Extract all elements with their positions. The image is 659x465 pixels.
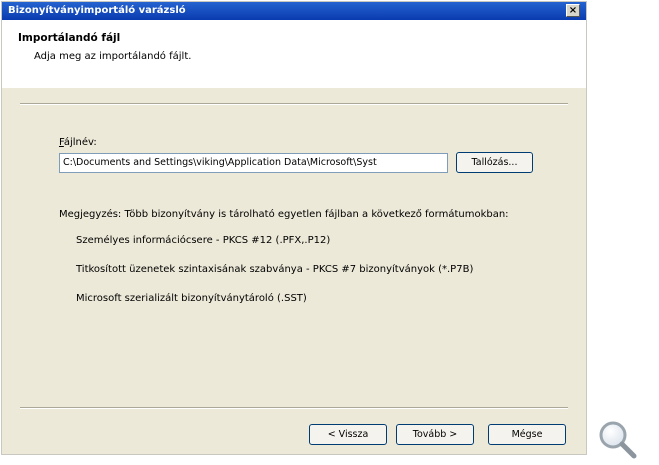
format-pfx: Személyes információcsere - PKCS #12 (.P… (76, 235, 331, 246)
footer-divider (20, 407, 568, 409)
close-button[interactable]: × (566, 4, 580, 17)
browse-button-label: Tallózás... (471, 157, 518, 168)
format-p7b: Titkosított üzenetek szintaxisának szabv… (76, 264, 474, 275)
import-wizard-window: Bizonyítványimportáló varázsló × Importá… (1, 1, 587, 455)
magnifier-icon[interactable] (596, 418, 640, 462)
back-button[interactable]: < Vissza (309, 424, 387, 445)
format-note: Megjegyzés: Több bizonyítvány is tárolha… (59, 209, 509, 220)
cancel-button[interactable]: Mégse (488, 424, 566, 445)
browse-button[interactable]: Tallózás... (456, 152, 533, 173)
page-title: Importálandó fájl (18, 32, 121, 44)
filename-label: Fájlnév: (59, 137, 97, 148)
format-sst: Microsoft szerializált bizonyítványtárol… (76, 293, 307, 304)
window-title: Bizonyítványimportáló varázsló (8, 5, 186, 16)
title-bar[interactable]: Bizonyítványimportáló varázsló × (2, 2, 586, 20)
page-subtitle: Adja meg az importálandó fájlt. (34, 51, 192, 62)
header-divider (20, 103, 568, 105)
next-button[interactable]: Tovább > (396, 424, 474, 445)
filename-input[interactable]: C:\Documents and Settings\viking\Applica… (59, 153, 448, 173)
wizard-header: Importálandó fájl Adja meg az importálan… (2, 20, 586, 88)
magnifier-icon-graphic (599, 421, 637, 459)
filename-label-text: ájlnév: (63, 137, 97, 148)
